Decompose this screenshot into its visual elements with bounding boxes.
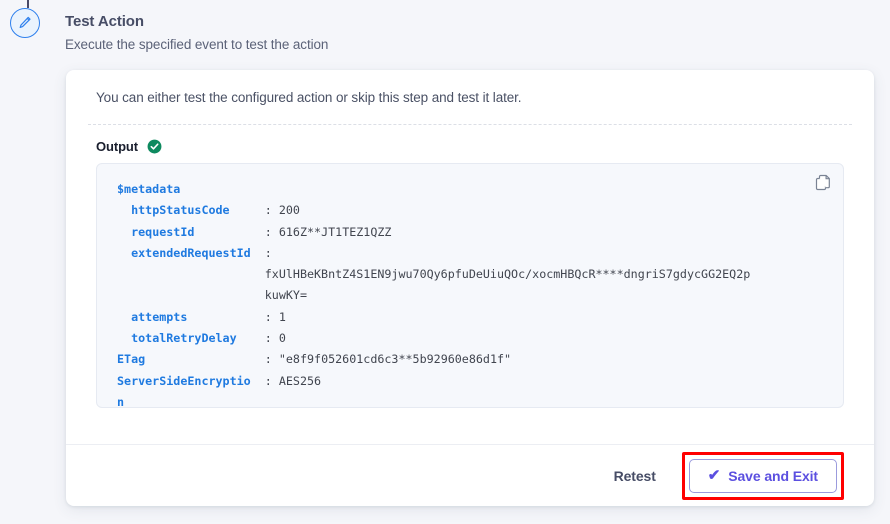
page-subtitle: Execute the specified event to test the … [65,37,329,52]
check-circle-icon [147,139,162,154]
page-title: Test Action [65,13,144,30]
test-action-card: You can either test the configured actio… [66,70,874,506]
output-code-block: $metadata httpStatusCode : 200 requestId… [96,163,844,408]
save-and-exit-label: Save and Exit [728,467,818,484]
card-intro-text: You can either test the configured actio… [96,90,522,105]
output-header-row: Output [66,125,874,154]
save-button-highlight: ✔ Save and Exit [681,451,844,500]
retest-button[interactable]: Retest [600,460,670,492]
copy-icon[interactable] [813,173,833,193]
check-icon: ✔ [707,467,721,484]
step-connector-line [27,0,29,8]
output-label: Output [96,139,138,154]
pencil-icon[interactable] [10,8,40,38]
step-rail [10,0,46,524]
card-footer: Retest ✔ Save and Exit [66,444,874,506]
output-code-text: $metadata httpStatusCode : 200 requestId… [117,182,751,408]
save-and-exit-button[interactable]: ✔ Save and Exit [688,458,837,493]
section-header: Test Action Execute the specified event … [65,12,565,54]
